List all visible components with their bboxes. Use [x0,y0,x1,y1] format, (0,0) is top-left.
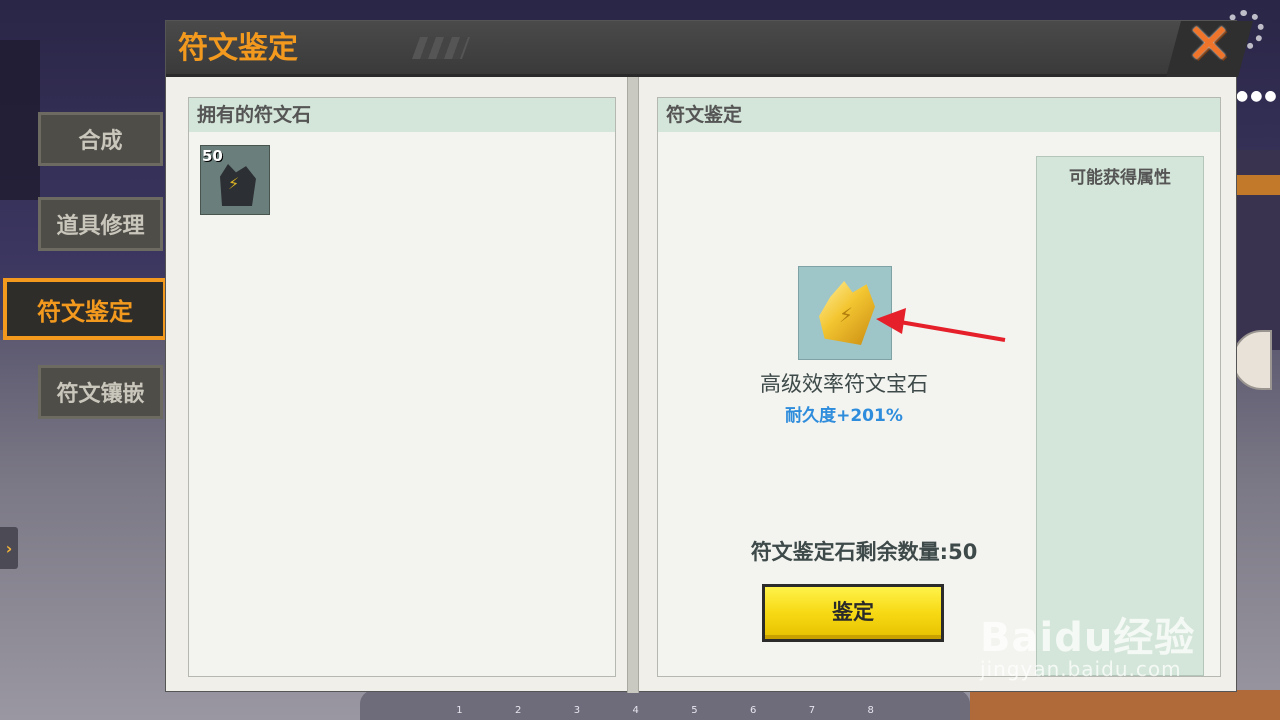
watermark: Baidu经验 jingyan.baidu.com [980,605,1195,681]
watermark-url: jingyan.baidu.com [980,657,1182,681]
watermark-logo: Baidu经验 [980,615,1196,661]
arrow-shaft [899,320,1006,342]
arrow-head [876,308,906,334]
